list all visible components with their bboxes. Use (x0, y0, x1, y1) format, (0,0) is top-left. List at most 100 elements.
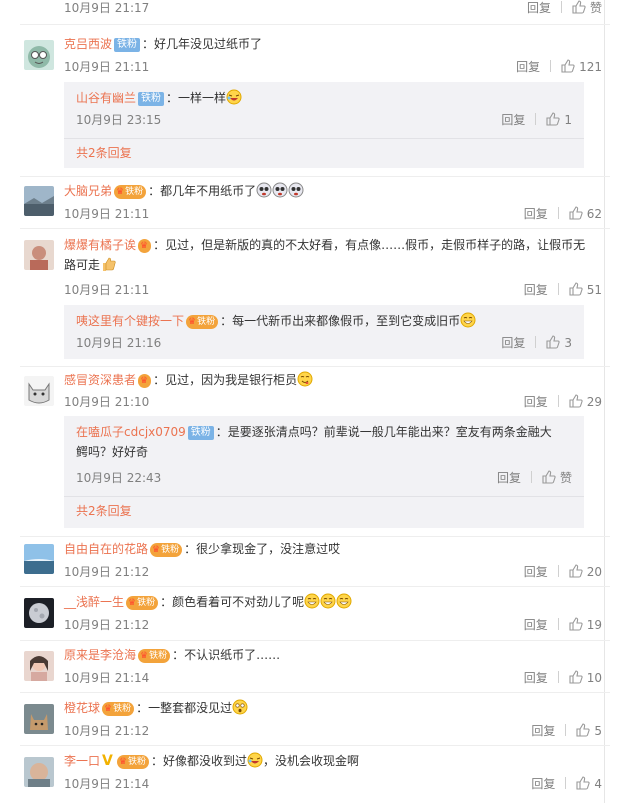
like-button[interactable]: 121 (561, 57, 602, 77)
comment-body: ：不认识纸币了…… (172, 648, 281, 662)
crying-emoji-icon (256, 182, 272, 198)
divider (20, 745, 610, 746)
user-name[interactable]: 感冒资深患者 (64, 373, 136, 387)
reply-thread: 山谷有幽兰 铁粉 ：一样一样 10月9日 23:15 回复 1 共2条回复 (64, 82, 584, 168)
reply-text: 咦这里有个键按一下 ♛铁粉 ：每一代新币出来都像假币，至到它变成旧币 (76, 311, 572, 331)
more-replies-link[interactable]: 共2条回复 (76, 143, 132, 163)
comment-body: ：颜色看着可不对劲儿了呢 (160, 595, 305, 609)
reply-button[interactable]: 回复 (531, 774, 555, 794)
comment-text: 自由自在的花路 ♛铁粉 ：很少拿现金了，没注意过哎 (64, 539, 602, 559)
like-button[interactable]: 4 (576, 774, 602, 794)
grin-sweat-emoji-icon (320, 593, 336, 609)
reply-button[interactable]: 回复 (524, 668, 548, 688)
user-name[interactable]: 原来是李沧海 (64, 648, 136, 662)
like-button[interactable]: 19 (569, 615, 602, 635)
reply-meta: 10月9日 21:16 回复 3 (76, 333, 572, 353)
like-button[interactable]: 62 (569, 204, 602, 224)
comment-meta: 10月9日 21:14 回复 10 (64, 668, 602, 688)
reply-button[interactable]: 回复 (524, 204, 548, 224)
like-button[interactable]: 29 (569, 392, 602, 412)
reply-button[interactable]: 回复 (516, 57, 540, 77)
reply-button[interactable]: 回复 (524, 615, 548, 635)
user-name[interactable]: 自由自在的花路 (64, 542, 148, 556)
reply-thread: 在嗑瓜子cdcjx0709 铁粉 ：是要逐张清点吗？前辈说一般几年能出来？室友有两条… (64, 416, 584, 528)
yummy-emoji-icon (297, 371, 313, 387)
vip-badge[interactable]: ♛ (138, 239, 152, 253)
reply-button[interactable]: 回复 (524, 562, 548, 582)
user-name[interactable]: 李一口 (64, 754, 100, 768)
like-count: 51 (586, 283, 602, 297)
sky-avatar[interactable] (24, 544, 54, 574)
like-count: 29 (586, 395, 602, 409)
like-button[interactable]: 5 (576, 721, 602, 741)
photo-avatar[interactable] (24, 240, 54, 270)
divider (20, 176, 610, 177)
like-count: 19 (586, 618, 602, 632)
user-name[interactable]: 橙花球 (64, 701, 100, 715)
like-button[interactable]: 赞 (542, 468, 572, 488)
thumb-up-icon (546, 335, 560, 349)
divider (20, 536, 610, 537)
like-button[interactable]: 1 (546, 110, 572, 130)
vip-fan-badge[interactable]: ♛铁粉 (150, 543, 183, 557)
fan-badge[interactable]: 铁粉 (138, 92, 165, 106)
like-label: 赞 (589, 1, 602, 15)
girl-avatar[interactable] (24, 651, 54, 681)
reply-button[interactable]: 回复 (531, 721, 555, 741)
vip-fan-badge[interactable]: ♛铁粉 (138, 649, 171, 663)
user-name[interactable]: 在嗑瓜子cdcjx0709 (76, 425, 186, 439)
landscape-avatar[interactable] (24, 186, 54, 216)
user-name[interactable]: 山谷有幽兰 (76, 91, 136, 105)
comment-text: 克吕西波 铁粉 ：好几年没见过纸币了 (64, 34, 602, 54)
vip-fan-badge[interactable]: ♛铁粉 (126, 596, 159, 610)
more-replies-link[interactable]: 共2条回复 (76, 501, 132, 521)
vip-fan-badge[interactable]: ♛铁粉 (116, 755, 149, 769)
thumb-up-icon (569, 394, 583, 408)
reply-button[interactable]: 回复 (501, 110, 525, 130)
like-button[interactable]: 20 (569, 562, 602, 582)
fan-badge[interactable]: 铁粉 (187, 426, 214, 440)
like-count: 20 (586, 565, 602, 579)
crown-icon: ♛ (116, 187, 125, 197)
comment-meta: 10月9日 21:14 回复 4 (64, 774, 602, 794)
vip-fan-badge[interactable]: ♛铁粉 (186, 315, 219, 329)
cat-avatar[interactable] (24, 376, 54, 406)
like-button[interactable]: 51 (569, 280, 602, 300)
user-name[interactable]: 大脑兄弟 (64, 184, 112, 198)
comment-time: 10月9日 21:14 (64, 671, 150, 685)
divider (20, 24, 610, 25)
shocked-emoji-icon (232, 699, 248, 715)
reply-button[interactable]: 回复 (524, 392, 548, 412)
vip-fan-badge[interactable]: ♛铁粉 (114, 185, 147, 199)
user-name[interactable]: __浅醉一生 (64, 595, 124, 609)
thumb-up-icon (576, 776, 590, 790)
vip-fan-badge[interactable]: ♛铁粉 (102, 702, 135, 716)
comment-time: 10月9日 21:11 (64, 207, 150, 221)
user-name[interactable]: 咦这里有个键按一下 (76, 314, 184, 328)
vip-badge[interactable]: ♛ (138, 374, 152, 388)
reply-meta: 10月9日 23:15 回复 1 (76, 110, 572, 130)
comment-meta: 10月9日 21:11 回复 62 (64, 204, 602, 224)
cat-photo-avatar[interactable] (24, 704, 54, 734)
moon-avatar[interactable] (24, 598, 54, 628)
reply-button[interactable]: 回复 (527, 0, 551, 18)
reply-button[interactable]: 回复 (501, 333, 525, 353)
crown-icon: ♛ (118, 757, 127, 767)
comment-body: ：好几年没见过纸币了 (142, 37, 263, 51)
user-name[interactable]: 克吕西波 (64, 37, 112, 51)
like-button[interactable]: 赞 (572, 0, 602, 18)
face-avatar[interactable] (24, 757, 54, 787)
comment-body: ：好像都没收到过 (150, 754, 247, 768)
reply-button[interactable]: 回复 (497, 468, 521, 488)
cartoon-avatar[interactable] (24, 40, 54, 70)
user-name[interactable]: 爆爆有橘子诶 (64, 238, 136, 252)
reply-button[interactable]: 回复 (524, 280, 548, 300)
verified-icon: V (102, 753, 113, 769)
thumb-up-icon (569, 670, 583, 684)
like-button[interactable]: 3 (546, 333, 572, 353)
reply-text: 山谷有幽兰 铁粉 ：一样一样 (76, 88, 572, 108)
fan-badge[interactable]: 铁粉 (114, 38, 141, 52)
comment-text: __浅醉一生 ♛铁粉 ：颜色看着可不对劲儿了呢 (64, 592, 602, 612)
like-button[interactable]: 10 (569, 668, 602, 688)
comment-time: 10月9日 21:12 (64, 724, 150, 738)
